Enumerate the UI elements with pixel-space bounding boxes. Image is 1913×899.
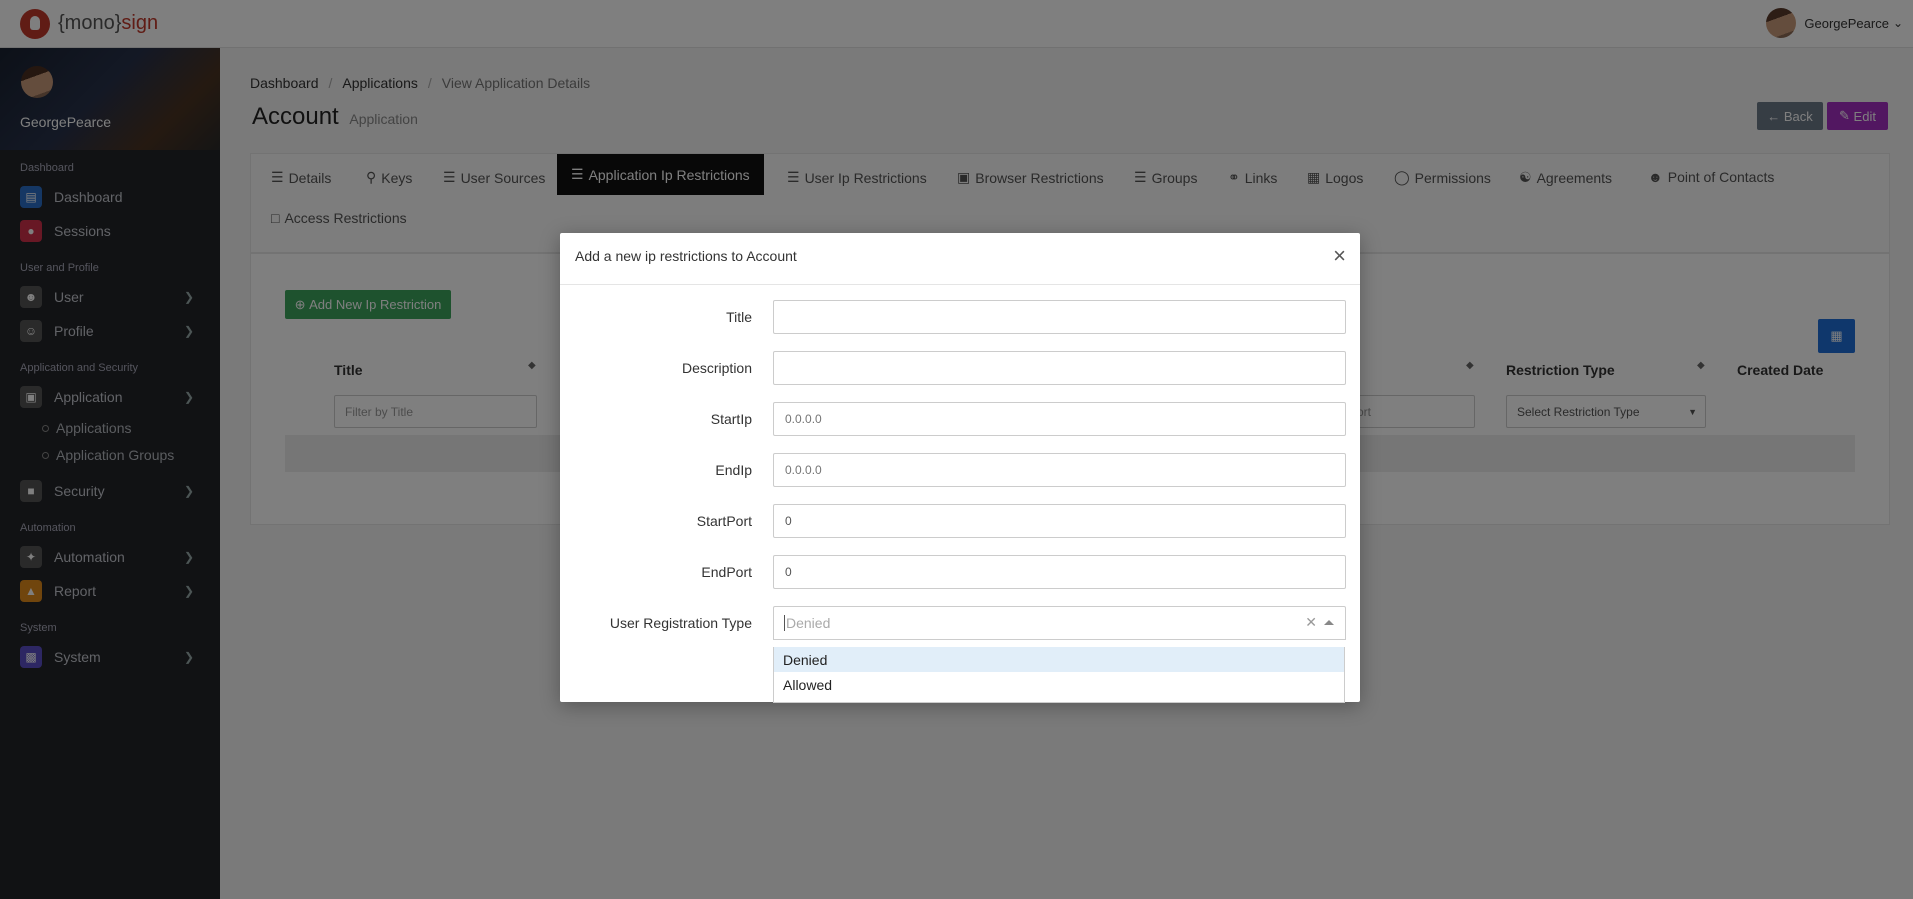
end-port-input[interactable]: [773, 555, 1346, 589]
text-cursor: [784, 615, 785, 631]
title-label: Title: [726, 309, 752, 325]
form-row-title: Title: [560, 300, 1360, 334]
dropdown-option-denied[interactable]: Denied: [774, 647, 1344, 672]
registration-type-selected: Denied: [786, 615, 831, 631]
description-input[interactable]: [773, 351, 1346, 385]
form-row-end-ip: EndIp: [560, 453, 1360, 487]
description-label: Description: [681, 360, 752, 376]
registration-type-dropdown: Denied Allowed: [773, 647, 1345, 703]
dropdown-option-allowed[interactable]: Allowed: [774, 672, 1344, 697]
form-row-registration-type: User Registration Type Denied ✕: [560, 606, 1360, 640]
form-row-start-ip: StartIp: [560, 402, 1360, 436]
modal-header: Add a new ip restrictions to Account ×: [560, 233, 1360, 285]
form-row-description: Description: [560, 351, 1360, 385]
clear-icon[interactable]: ✕: [1305, 614, 1317, 631]
modal-title: Add a new ip restrictions to Account: [575, 248, 797, 264]
start-port-input[interactable]: [773, 504, 1346, 538]
form-row-end-port: EndPort: [560, 555, 1360, 589]
end-ip-label: EndIp: [715, 462, 752, 478]
start-ip-label: StartIp: [710, 411, 752, 427]
registration-type-label: User Registration Type: [609, 615, 752, 631]
registration-type-select[interactable]: Denied ✕: [773, 606, 1346, 640]
end-port-label: EndPort: [701, 564, 752, 580]
close-icon[interactable]: ×: [1333, 245, 1346, 267]
add-ip-restriction-modal: Add a new ip restrictions to Account × T…: [560, 233, 1360, 702]
title-input[interactable]: [773, 300, 1346, 334]
caret-up-icon[interactable]: [1324, 620, 1334, 625]
end-ip-input[interactable]: [773, 453, 1346, 487]
start-ip-input[interactable]: [773, 402, 1346, 436]
form-row-start-port: StartPort: [560, 504, 1360, 538]
start-port-label: StartPort: [696, 513, 752, 529]
